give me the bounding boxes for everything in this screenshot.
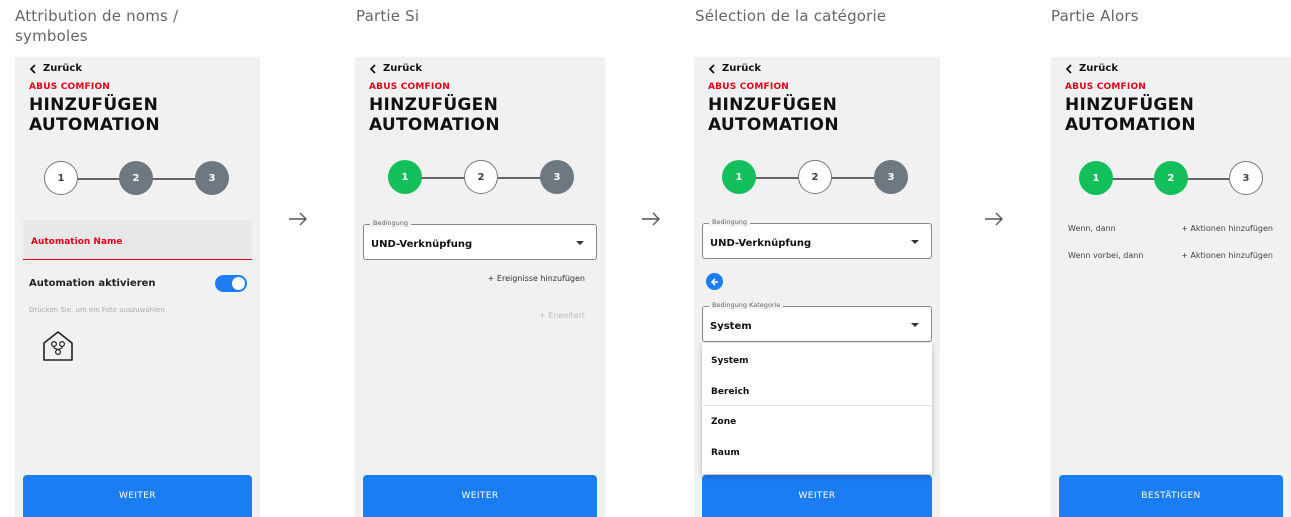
step-3: 3 [1229,161,1263,195]
add-actions-after-link[interactable]: + Aktionen hinzufügen [1181,251,1273,260]
page-title: HINZUFÜGEN AUTOMATION [369,95,500,135]
category-value: System [710,321,752,332]
brand-label: ABUS COMFION [708,82,790,92]
arrow-left-circle-icon[interactable] [706,273,723,290]
next-button[interactable]: WEITER [363,475,597,517]
activate-label: Automation aktivieren [29,278,156,289]
add-actions-then-link[interactable]: + Aktionen hinzufügen [1181,224,1273,233]
step-2: 2 [1154,161,1188,195]
row-label-then: Wenn, dann [1068,224,1116,233]
menu-item-system[interactable]: System [711,356,749,366]
back-label: Zurück [722,63,761,74]
caption-naming-line1: Attribution de noms / [15,7,179,25]
chevron-left-icon [369,63,376,74]
category-legend: Bedingung Kategorie [709,301,784,309]
brand-label: ABUS COMFION [369,82,451,92]
back-label: Zurück [1079,63,1118,74]
arrow-right-icon [642,212,660,226]
caption-naming-line2: symboles [15,27,88,45]
next-button[interactable]: WEITER [702,475,932,517]
page-title: HINZUFÜGEN AUTOMATION [1065,95,1196,135]
menu-item-raum[interactable]: Raum [711,448,740,458]
automation-name-label: Automation Name [31,237,123,247]
caption-then: Partie Alors [1051,7,1139,25]
screen-if-part: Zurück ABUS COMFION HINZUFÜGEN AUTOMATIO… [355,57,605,517]
menu-divider [702,405,932,406]
back-button[interactable]: Zurück [29,63,82,74]
back-button[interactable]: Zurück [369,63,422,74]
condition-value: UND-Verknüpfung [710,238,812,249]
step-2: 2 [119,161,153,195]
step-1: 1 [1079,161,1113,195]
back-label: Zurück [383,63,422,74]
condition-select[interactable]: Bedingung UND-Verknüpfung [363,219,597,260]
next-button[interactable]: WEITER [23,475,252,517]
page-title: HINZUFÜGEN AUTOMATION [708,95,839,135]
screen-category: Zurück ABUS COMFION HINZUFÜGEN AUTOMATIO… [694,57,940,517]
condition-select[interactable]: Bedingung UND-Verknüpfung [702,218,932,259]
brand-label: ABUS COMFION [29,82,111,92]
activate-toggle[interactable] [215,275,247,292]
step-1: 1 [388,160,422,194]
category-select[interactable]: Bedingung Kategorie System [702,301,932,342]
photo-hint: Drücken Sie, um ein Foto auszuwählen [29,306,165,314]
menu-item-bereich[interactable]: Bereich [711,387,749,397]
menu-item-zone[interactable]: Zone [711,417,736,427]
page-title: HINZUFÜGEN AUTOMATION [29,95,160,135]
back-button[interactable]: Zurück [708,63,761,74]
automation-name-field[interactable]: Automation Name [23,220,252,260]
advanced-link[interactable]: + Erweitert [539,311,585,320]
arrow-right-icon [289,212,307,226]
condition-legend: Bedingung [370,219,412,227]
caption-category: Sélection de la catégorie [695,7,887,25]
brand-label: ABUS COMFION [1065,82,1147,92]
screen-then-part: Zurück ABUS COMFION HINZUFÜGEN AUTOMATIO… [1051,57,1291,517]
step-2: 2 [798,160,832,194]
condition-legend: Bedingung [709,218,751,226]
chevron-left-icon [29,63,36,74]
back-label: Zurück [43,63,82,74]
arrow-right-icon [985,212,1003,226]
home-network-icon[interactable] [41,329,75,363]
caret-down-icon [576,241,584,245]
row-label-after: Wenn vorbei, dann [1068,251,1144,260]
step-1: 1 [44,161,78,195]
step-3: 3 [540,160,574,194]
caret-down-icon [911,240,919,244]
category-dropdown-menu: System Bereich Zone Raum [702,343,932,474]
add-events-link[interactable]: + Ereignisse hinzufügen [488,274,585,283]
caret-down-icon [911,323,919,327]
chevron-left-icon [708,63,715,74]
confirm-button[interactable]: BESTÄTIGEN [1059,475,1283,517]
step-1: 1 [722,160,756,194]
chevron-left-icon [1065,63,1072,74]
condition-value: UND-Verknüpfung [371,239,473,250]
caption-naming: Attribution de noms / symboles [15,6,245,46]
step-2: 2 [464,160,498,194]
step-3: 3 [195,161,229,195]
back-button[interactable]: Zurück [1065,63,1118,74]
step-3: 3 [874,160,908,194]
caption-if: Partie Si [356,7,420,25]
screen-naming: Zurück ABUS COMFION HINZUFÜGEN AUTOMATIO… [15,57,260,517]
